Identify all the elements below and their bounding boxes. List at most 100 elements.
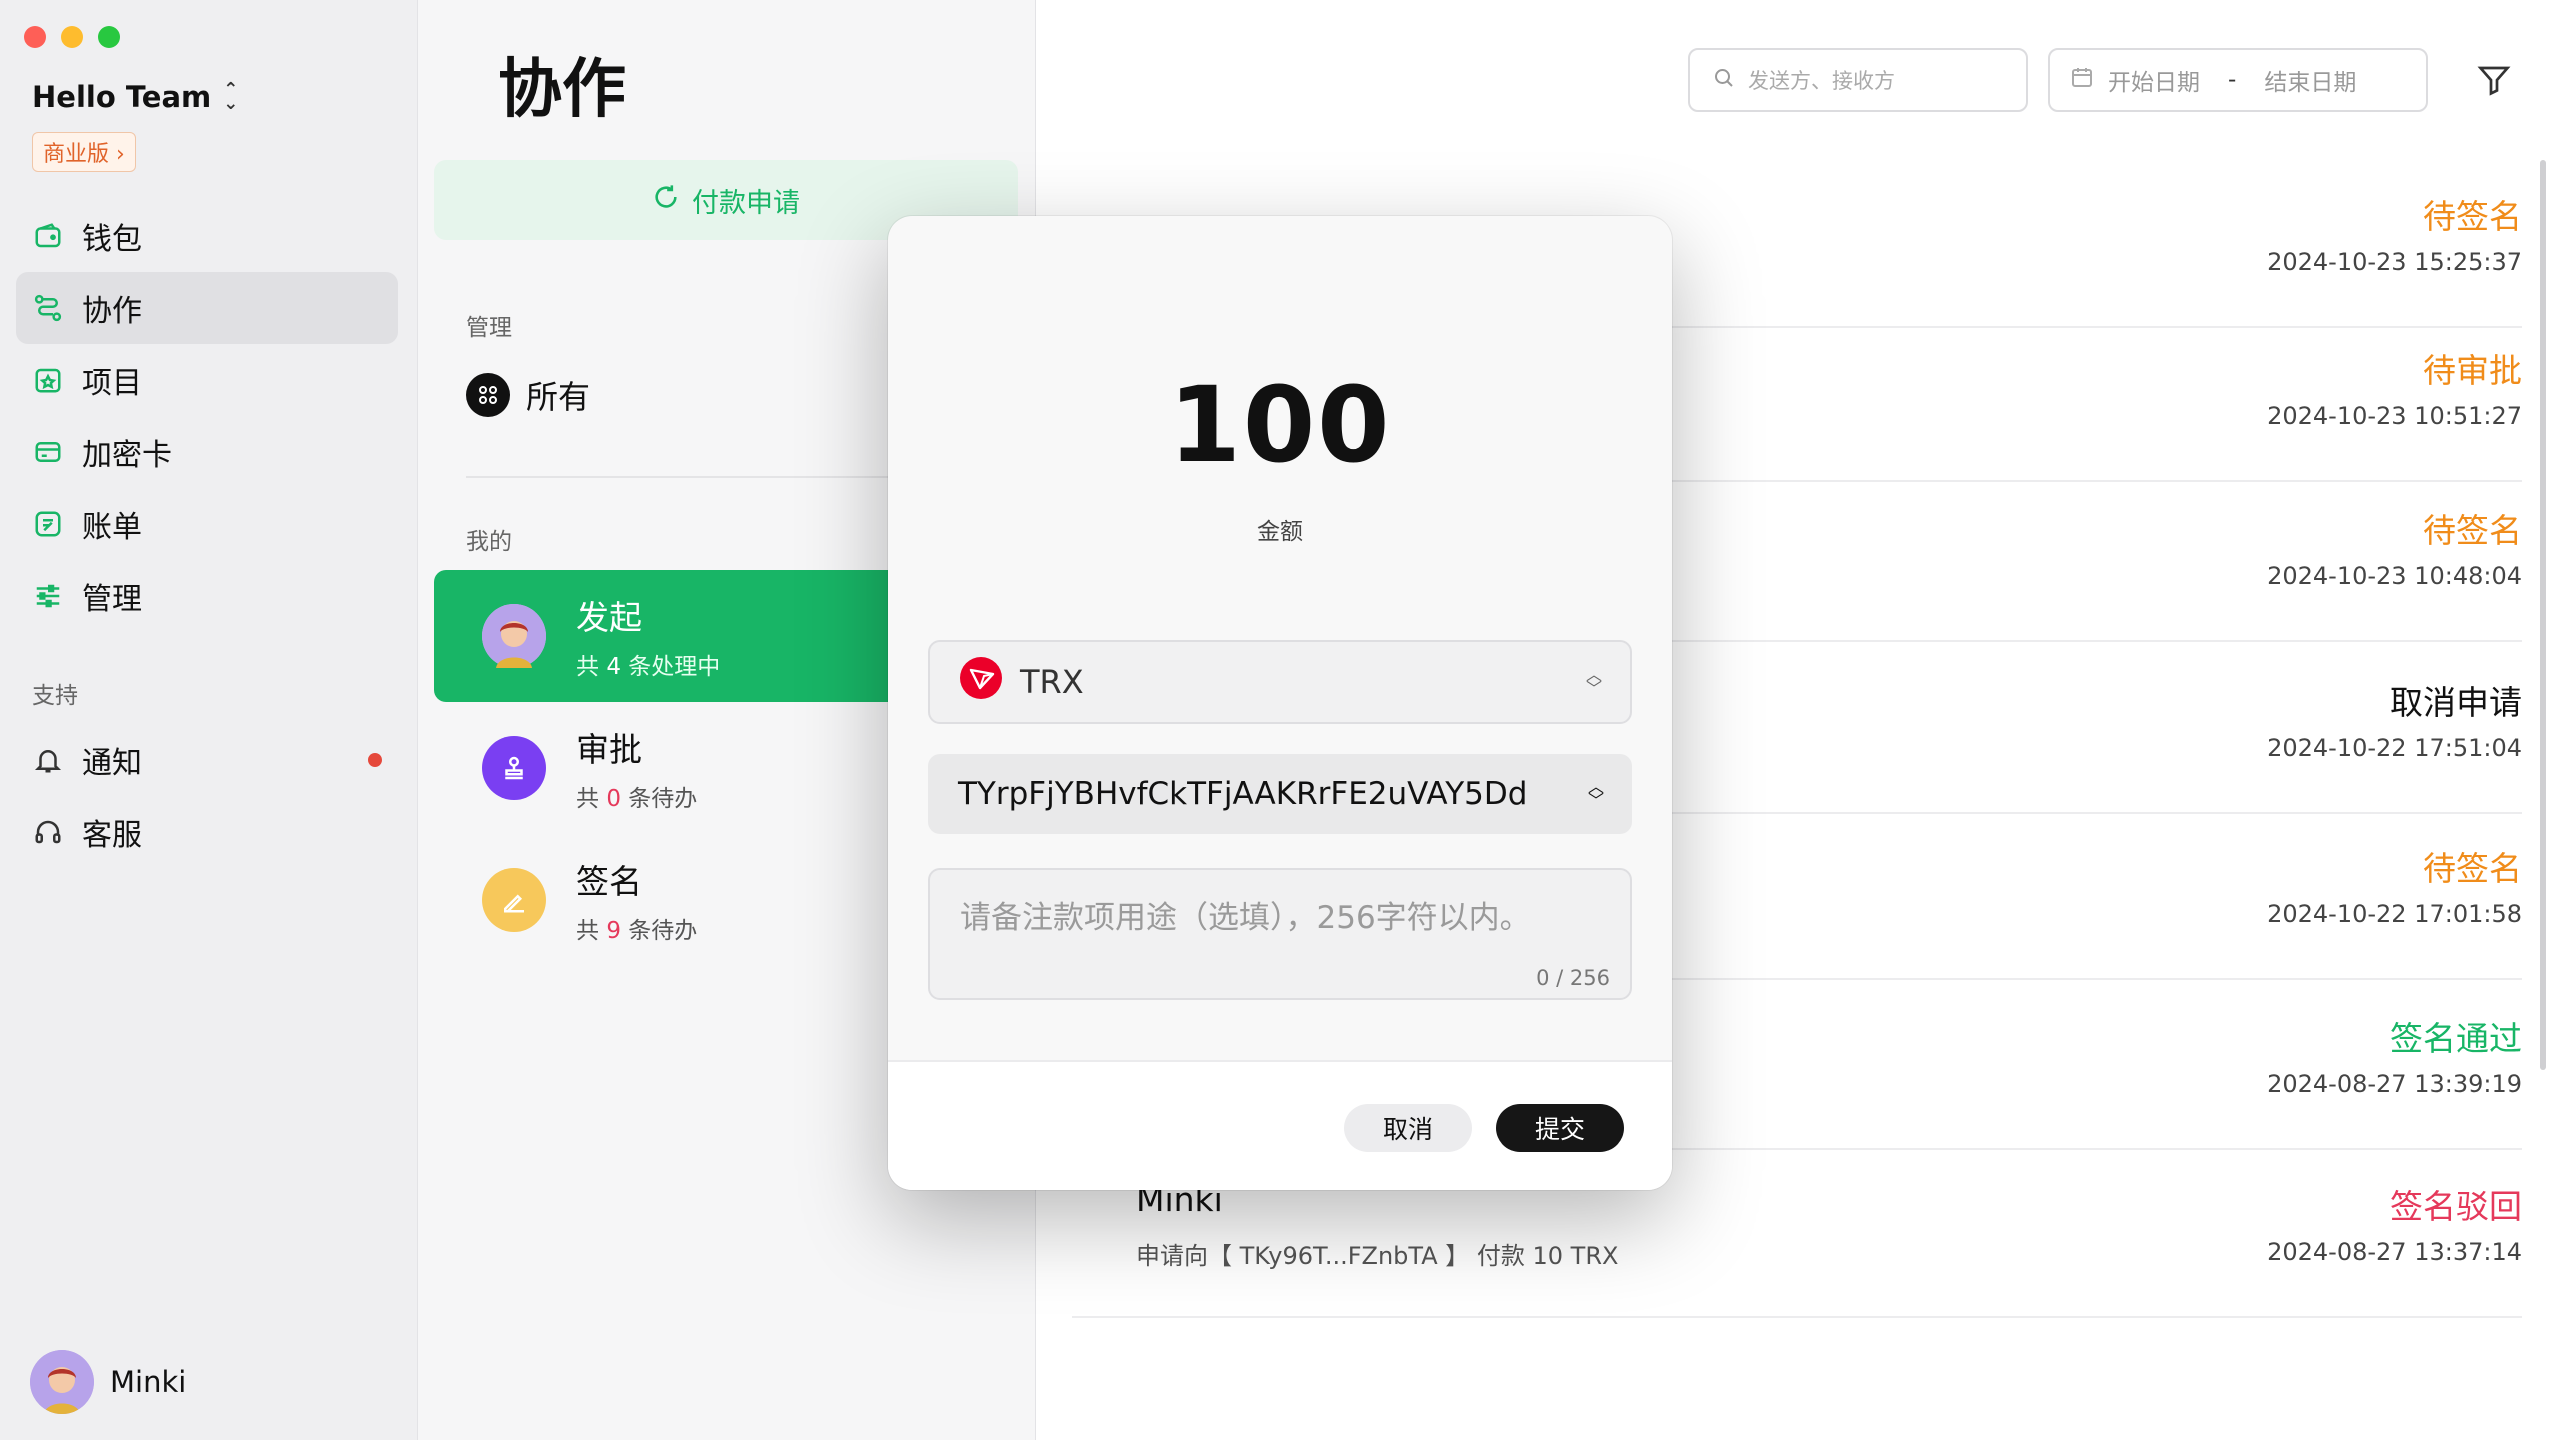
amount-value[interactable]: 100 [888,364,1672,486]
manage-section-label: 管理 [466,315,512,341]
date-separator: - [2228,67,2237,93]
memo-char-count: 0 / 256 [1536,966,1610,990]
filter-all-label: 所有 [526,378,591,416]
bell-icon [32,744,64,776]
project-icon [32,364,64,396]
status-badge: 待审批 [2423,351,2522,390]
category-title: 签名 [576,862,642,901]
end-date-input[interactable]: 结束日期 [2264,63,2356,97]
sidebar-item-label: 协作 [82,294,142,329]
user-name: Minki [110,1365,187,1399]
status-badge: 待签名 [2423,849,2522,888]
row-time: 2024-08-27 13:39:19 [2267,1070,2522,1098]
row-time: 2024-10-23 10:48:04 [2267,562,2522,590]
minimize-window-button[interactable] [61,26,83,48]
sidebar-item-project[interactable]: 项目 [16,344,398,416]
scrollbar[interactable] [2540,160,2546,1070]
refresh-icon [652,183,680,218]
cancel-button[interactable]: 取消 [1344,1104,1472,1152]
support-section-label: 支持 [32,683,78,709]
pen-icon [482,868,546,932]
sidebar: Hello Team ⌃ ⌄ 商业版 › 钱包 协作 项目 加密卡 账单 管理 … [0,0,418,1440]
token-select[interactable]: TRX ︿ ﹀ [928,640,1632,724]
category-subtitle: 共 4 条处理中 [576,647,720,681]
sidebar-item-wallet[interactable]: 钱包 [16,200,398,272]
card-icon [32,436,64,468]
sidebar-item-support[interactable]: 客服 [16,796,398,868]
close-window-button[interactable] [24,26,46,48]
filter-all[interactable]: 所有 [466,372,590,418]
filter-icon[interactable] [2476,62,2512,102]
address-select[interactable]: TYrpFjYBHvfCkTFjAAKRrFE2uVAY5Dd ︿ ﹀ [928,754,1632,834]
category-sub-suffix: 条待办 [628,786,698,812]
category-subtitle: 共 0 条待办 [576,779,697,813]
category-count: 4 [606,654,621,680]
grid-icon [466,373,510,417]
row-desc: 申请向【 TKy96T...FZnbTA 】 付款 10 TRX [1136,1242,1619,1270]
sidebar-item-bill[interactable]: 账单 [16,488,398,560]
tron-icon [960,657,1002,707]
sidebar-item-label: 通知 [82,746,142,781]
category-sub-suffix: 条待办 [628,918,698,944]
category-count: 0 [606,786,621,812]
sidebar-item-notifications[interactable]: 通知 [16,724,398,796]
team-name: Hello Team [32,80,212,114]
row-time: 2024-10-22 17:51:04 [2267,734,2522,762]
stamp-icon [482,736,546,800]
date-range-picker[interactable]: 开始日期 - 结束日期 [2048,48,2428,112]
memo-placeholder: 请备注款项用途（选填），256字符以内。 [960,900,1531,936]
chevron-updown-icon: ︿ ﹀ [1587,777,1604,810]
current-user[interactable]: Minki [30,1350,186,1414]
sidebar-item-manage[interactable]: 管理 [16,560,398,632]
amount-label: 金额 [1257,519,1303,545]
notification-dot [368,753,382,767]
address-value: TYrpFjYBHvfCkTFjAAKRrFE2uVAY5Dd [958,776,1528,812]
category-title: 审批 [576,730,642,769]
submit-button[interactable]: 提交 [1496,1104,1624,1152]
avatar [482,604,546,668]
mine-section-label: 我的 [466,529,512,555]
category-count: 9 [606,918,621,944]
plan-badge[interactable]: 商业版 › [32,132,136,172]
search-box[interactable]: 发送方、接收方 [1688,48,2028,112]
zoom-window-button[interactable] [98,26,120,48]
sidebar-item-label: 客服 [82,818,142,853]
category-sub-prefix: 共 [576,654,599,680]
search-input[interactable]: 发送方、接收方 [1748,65,1895,95]
team-switcher[interactable]: Hello Team ⌃ ⌄ [32,80,238,114]
row-time: 2024-10-23 10:51:27 [2267,402,2522,430]
settings-sliders-icon [32,580,64,612]
collaborate-icon [32,292,64,324]
window-controls [24,26,120,48]
pay-request-label: 付款申请 [692,187,800,219]
chevron-updown-icon: ︿ ﹀ [1585,665,1602,698]
sidebar-item-card[interactable]: 加密卡 [16,416,398,488]
row-time: 2024-10-22 17:01:58 [2267,900,2522,928]
row-time: 2024-10-23 15:25:37 [2267,248,2522,276]
category-subtitle: 共 9 条待办 [576,911,697,945]
main-nav: 钱包 协作 项目 加密卡 账单 管理 [16,200,398,632]
category-sub-suffix: 条处理中 [628,654,721,680]
avatar [30,1350,94,1414]
category-title: 发起 [576,598,642,637]
sidebar-item-label: 账单 [82,510,142,545]
search-icon [1712,66,1736,95]
status-badge: 签名通过 [2390,1019,2522,1058]
sidebar-item-label: 钱包 [82,222,142,257]
memo-textarea[interactable]: 请备注款项用途（选填），256字符以内。 0 / 256 [928,868,1632,1000]
sidebar-item-label: 管理 [82,582,142,617]
sidebar-item-collaborate[interactable]: 协作 [16,272,398,344]
payment-request-dialog: 100 金额 TRX ︿ ﹀ TYrpFjYBHvfCkTFjAAKRrFE2uV… [888,216,1672,1190]
dialog-footer: 取消 提交 [888,1060,1672,1190]
bill-icon [32,508,64,540]
calendar-icon [2070,65,2094,95]
headset-icon [32,816,64,848]
status-badge: 待签名 [2423,197,2522,236]
sidebar-item-label: 加密卡 [82,438,172,473]
status-badge: 待签名 [2423,511,2522,550]
row-time: 2024-08-27 13:37:14 [2267,1238,2522,1266]
start-date-input[interactable]: 开始日期 [2108,63,2200,97]
category-sub-prefix: 共 [576,918,599,944]
status-badge: 签名驳回 [2390,1187,2522,1226]
status-badge: 取消申请 [2390,683,2522,722]
